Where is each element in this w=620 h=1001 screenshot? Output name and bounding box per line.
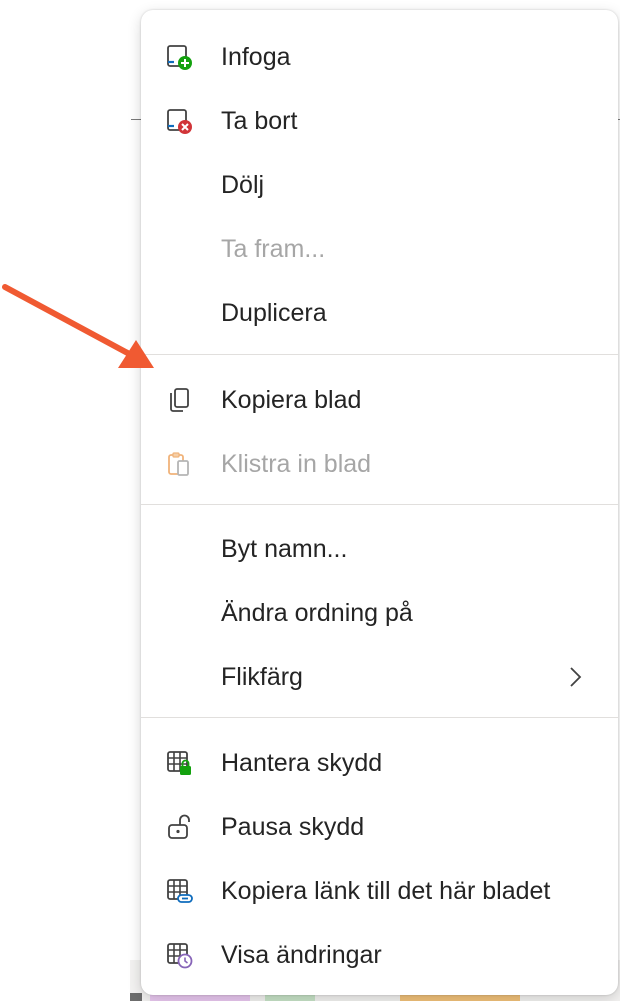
menu-item-unhide: Ta fram... <box>141 219 618 279</box>
table-link-icon <box>167 879 193 903</box>
menu-item-show-changes[interactable]: Visa ändringar <box>141 925 618 985</box>
menu-item-label: Kopiera länk till det här bladet <box>221 877 551 905</box>
menu-item-label: Ändra ordning på <box>221 599 413 627</box>
menu-item-label: Hantera skydd <box>221 749 383 777</box>
sheet-context-menu: Infoga Ta bort Dölj Ta fram... Duplicera… <box>141 10 618 995</box>
copy-icon <box>170 388 189 412</box>
menu-separator <box>141 717 618 718</box>
menu-item-label: Klistra in blad <box>221 450 372 478</box>
table-history-icon <box>167 943 193 969</box>
menu-item-copy-sheet-link[interactable]: Kopiera länk till det här bladet <box>141 861 618 921</box>
paste-icon <box>168 452 189 476</box>
unlock-icon <box>168 814 190 839</box>
menu-item-paste-sheet: Klistra in blad <box>141 434 618 494</box>
menu-item-copy-sheet[interactable]: Kopiera blad <box>141 370 618 430</box>
delete-sheet-icon <box>167 109 192 134</box>
menu-item-label: Ta fram... <box>221 235 326 263</box>
menu-item-pause-protection[interactable]: Pausa skydd <box>141 797 618 857</box>
menu-item-hide[interactable]: Dölj <box>141 155 618 215</box>
menu-item-insert[interactable]: Infoga <box>141 27 618 87</box>
menu-item-label: Dölj <box>221 171 265 199</box>
menu-item-delete[interactable]: Ta bort <box>141 91 618 151</box>
menu-item-duplicate[interactable]: Duplicera <box>141 283 618 343</box>
menu-item-reorder[interactable]: Ändra ordning på <box>141 583 618 643</box>
menu-separator <box>141 354 618 355</box>
menu-item-label: Byt namn... <box>221 535 348 563</box>
menu-item-label: Duplicera <box>221 299 327 327</box>
annotation-arrow <box>2 284 154 368</box>
menu-separator <box>141 504 618 505</box>
chevron-right-icon <box>570 667 582 687</box>
menu-item-label: Flikfärg <box>221 663 303 691</box>
table-lock-icon <box>167 751 191 775</box>
menu-item-label: Infoga <box>221 43 291 71</box>
menu-item-label: Ta bort <box>221 107 298 135</box>
menu-item-manage-protection[interactable]: Hantera skydd <box>141 733 618 793</box>
menu-item-label: Kopiera blad <box>221 386 362 414</box>
menu-item-label: Visa ändringar <box>221 941 382 969</box>
menu-item-label: Pausa skydd <box>221 813 365 841</box>
menu-item-tab-color[interactable]: Flikfärg <box>141 647 618 707</box>
insert-sheet-icon <box>167 45 192 70</box>
menu-item-rename[interactable]: Byt namn... <box>141 519 618 579</box>
